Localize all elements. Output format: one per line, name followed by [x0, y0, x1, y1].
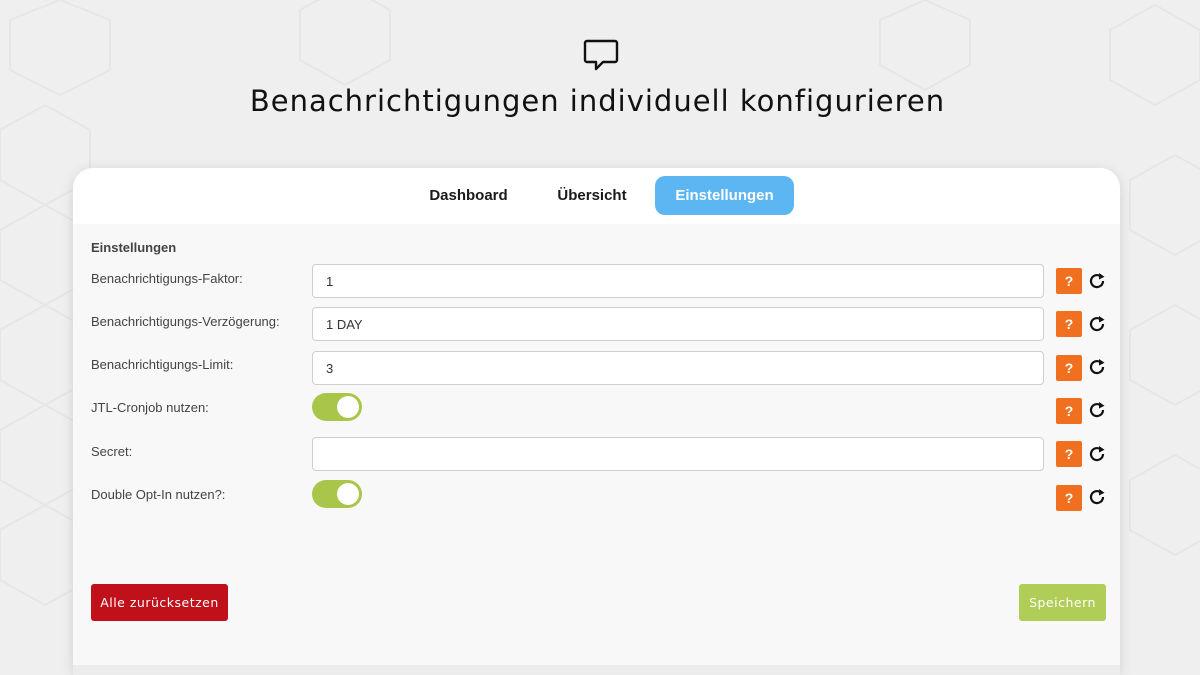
reload-icon[interactable] [1088, 445, 1106, 463]
page-title: Benachrichtigungen individuell konfiguri… [249, 84, 946, 118]
toggle-jtl-cronjob[interactable] [312, 393, 362, 421]
tab-dashboard[interactable]: Dashboard [411, 176, 526, 215]
label-benachrichtigungs-limit: Benachrichtigungs-Limit: [91, 357, 234, 372]
reload-icon[interactable] [1088, 272, 1106, 290]
tab-uebersicht[interactable]: Übersicht [533, 176, 651, 215]
section-title: Einstellungen [91, 240, 177, 255]
tab-bar: Dashboard Übersicht Einstellungen [73, 168, 1120, 224]
settings-card: Dashboard Übersicht Einstellungen Einste… [73, 168, 1120, 675]
reload-icon[interactable] [1088, 358, 1106, 376]
help-button-faktor[interactable]: ? [1056, 268, 1082, 294]
input-benachrichtigungs-limit[interactable] [312, 351, 1044, 385]
reset-all-button[interactable]: Alle zurücksetzen [91, 584, 228, 621]
reload-icon[interactable] [1088, 488, 1106, 506]
input-benachrichtigungs-verzoegerung[interactable] [312, 307, 1044, 341]
question-icon: ? [1064, 273, 1074, 289]
save-button[interactable]: Speichern [1019, 584, 1106, 621]
reload-icon[interactable] [1088, 315, 1106, 333]
card-footer [73, 665, 1120, 675]
question-icon: ? [1064, 316, 1074, 332]
question-icon: ? [1064, 403, 1074, 419]
question-icon: ? [1064, 490, 1074, 506]
label-secret: Secret: [91, 444, 133, 459]
help-button-secret[interactable]: ? [1056, 441, 1082, 467]
tab-einstellungen[interactable]: Einstellungen [655, 176, 794, 215]
label-jtl-cronjob: JTL-Cronjob nutzen: [91, 400, 209, 415]
question-icon: ? [1064, 446, 1074, 462]
reload-icon[interactable] [1088, 401, 1106, 419]
help-button-limit[interactable]: ? [1056, 355, 1082, 381]
help-button-cronjob[interactable]: ? [1056, 398, 1082, 424]
toggle-knob [337, 483, 359, 505]
input-secret[interactable] [312, 437, 1044, 471]
label-benachrichtigungs-faktor: Benachrichtigungs-Faktor: [91, 271, 243, 286]
toggle-double-opt-in[interactable] [312, 480, 362, 508]
input-benachrichtigungs-faktor[interactable] [312, 264, 1044, 298]
help-button-double-opt-in[interactable]: ? [1056, 485, 1082, 511]
question-icon: ? [1064, 360, 1074, 376]
help-button-verzoegerung[interactable]: ? [1056, 311, 1082, 337]
label-double-opt-in: Double Opt-In nutzen?: [91, 487, 226, 502]
toggle-knob [337, 396, 359, 418]
label-benachrichtigungs-verzoegerung: Benachrichtigungs-Verzögerung: [91, 314, 280, 329]
chat-bubble-icon [583, 39, 619, 71]
